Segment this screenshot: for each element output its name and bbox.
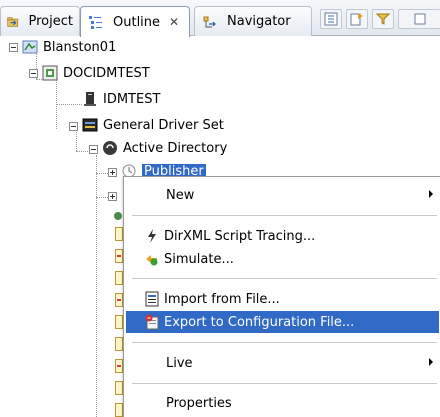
submenu-arrow-icon	[429, 358, 433, 366]
menu-item-label: Import from File...	[164, 291, 280, 307]
tab-project[interactable]: Project	[0, 6, 80, 36]
menu-item-import[interactable]: Import from File...	[126, 288, 439, 310]
collapse-all-button[interactable]	[320, 9, 342, 29]
tab-outline-label: Outline	[113, 14, 161, 30]
link-with-editor-button[interactable]	[346, 9, 368, 29]
menu-item-export[interactable]: Export to Configuration File...	[126, 311, 439, 333]
view-tab-bar: Project Outline ✕ Navigator	[0, 0, 440, 37]
submenu-arrow-icon	[429, 190, 433, 198]
project-icon	[7, 16, 19, 27]
close-icon[interactable]: ✕	[169, 15, 179, 29]
simulate-icon	[146, 255, 158, 266]
outline-icon	[89, 16, 102, 29]
menu-separator	[132, 383, 437, 384]
server-tower-icon	[84, 92, 96, 106]
tree-node-label: General Driver Set	[103, 117, 224, 133]
tree-node-label: DOCIDMTEST	[63, 65, 150, 81]
expand-toggle[interactable]	[108, 192, 117, 201]
menu-separator	[132, 342, 437, 343]
menu-item-script-tracing[interactable]: DirXML Script Tracing...	[126, 225, 439, 247]
policy-icon	[115, 403, 123, 417]
tree-node-vault[interactable]: DOCIDMTEST	[42, 63, 150, 83]
policy-icon	[115, 271, 123, 285]
menu-item-new[interactable]: New	[126, 184, 439, 206]
policy-icon	[115, 293, 123, 307]
policy-icon	[115, 227, 123, 241]
tree-node-server[interactable]: IDMTEST	[82, 89, 160, 109]
collapse-toggle[interactable]	[89, 145, 98, 154]
tree-node-root[interactable]: Blanston01	[22, 37, 116, 57]
navigator-icon	[203, 16, 216, 27]
menu-item-label: Simulate...	[164, 251, 234, 267]
context-menu: New DirXML Script Tracing... Simulate...…	[123, 176, 440, 417]
menu-item-label: Export to Configuration File...	[164, 314, 355, 330]
identity-vault-icon	[22, 40, 38, 54]
policy-icon	[115, 381, 123, 395]
tab-outline[interactable]: Outline ✕	[80, 6, 190, 37]
menu-item-live[interactable]: Live	[126, 352, 439, 374]
driver-icon	[103, 141, 117, 155]
import-icon	[145, 291, 159, 307]
server-icon	[42, 65, 58, 81]
tree-node-label: Active Directory	[123, 140, 228, 156]
menu-item-properties[interactable]: Properties	[126, 392, 439, 414]
tree-node-driver[interactable]: Active Directory	[102, 138, 227, 158]
collapse-all-icon	[324, 12, 338, 26]
driver-set-icon	[82, 118, 98, 132]
policy-icon	[115, 359, 123, 373]
policy-icon	[114, 212, 122, 220]
menu-separator	[132, 278, 437, 279]
view-menu-icon	[414, 13, 425, 25]
menu-item-simulate[interactable]: Simulate...	[126, 248, 439, 270]
export-icon	[145, 314, 159, 330]
policy-icon	[115, 337, 123, 351]
menu-item-label: Properties	[166, 395, 232, 411]
filter-icon	[376, 13, 390, 25]
menu-item-label: Live	[166, 355, 193, 371]
policy-icon	[115, 249, 123, 263]
collapse-toggle[interactable]	[29, 69, 38, 78]
menu-separator	[132, 215, 437, 216]
menu-item-label: DirXML Script Tracing...	[164, 228, 316, 244]
tab-project-label: Project	[28, 14, 73, 29]
expand-toggle[interactable]	[108, 168, 117, 177]
policy-icon	[115, 315, 123, 329]
tab-navigator[interactable]: Navigator	[194, 6, 312, 36]
tree-node-driver-set[interactable]: General Driver Set	[82, 115, 224, 135]
menu-item-label: New	[166, 187, 195, 203]
view-menu-button[interactable]	[398, 9, 440, 29]
collapse-toggle[interactable]	[9, 43, 18, 52]
tree-node-label: IDMTEST	[103, 91, 161, 107]
tab-navigator-label: Navigator	[227, 14, 291, 29]
lightning-icon	[148, 229, 156, 243]
tree-node-label: Blanston01	[43, 39, 117, 55]
link-icon	[350, 13, 363, 26]
filter-button[interactable]	[372, 9, 394, 29]
collapse-toggle[interactable]	[69, 122, 78, 131]
